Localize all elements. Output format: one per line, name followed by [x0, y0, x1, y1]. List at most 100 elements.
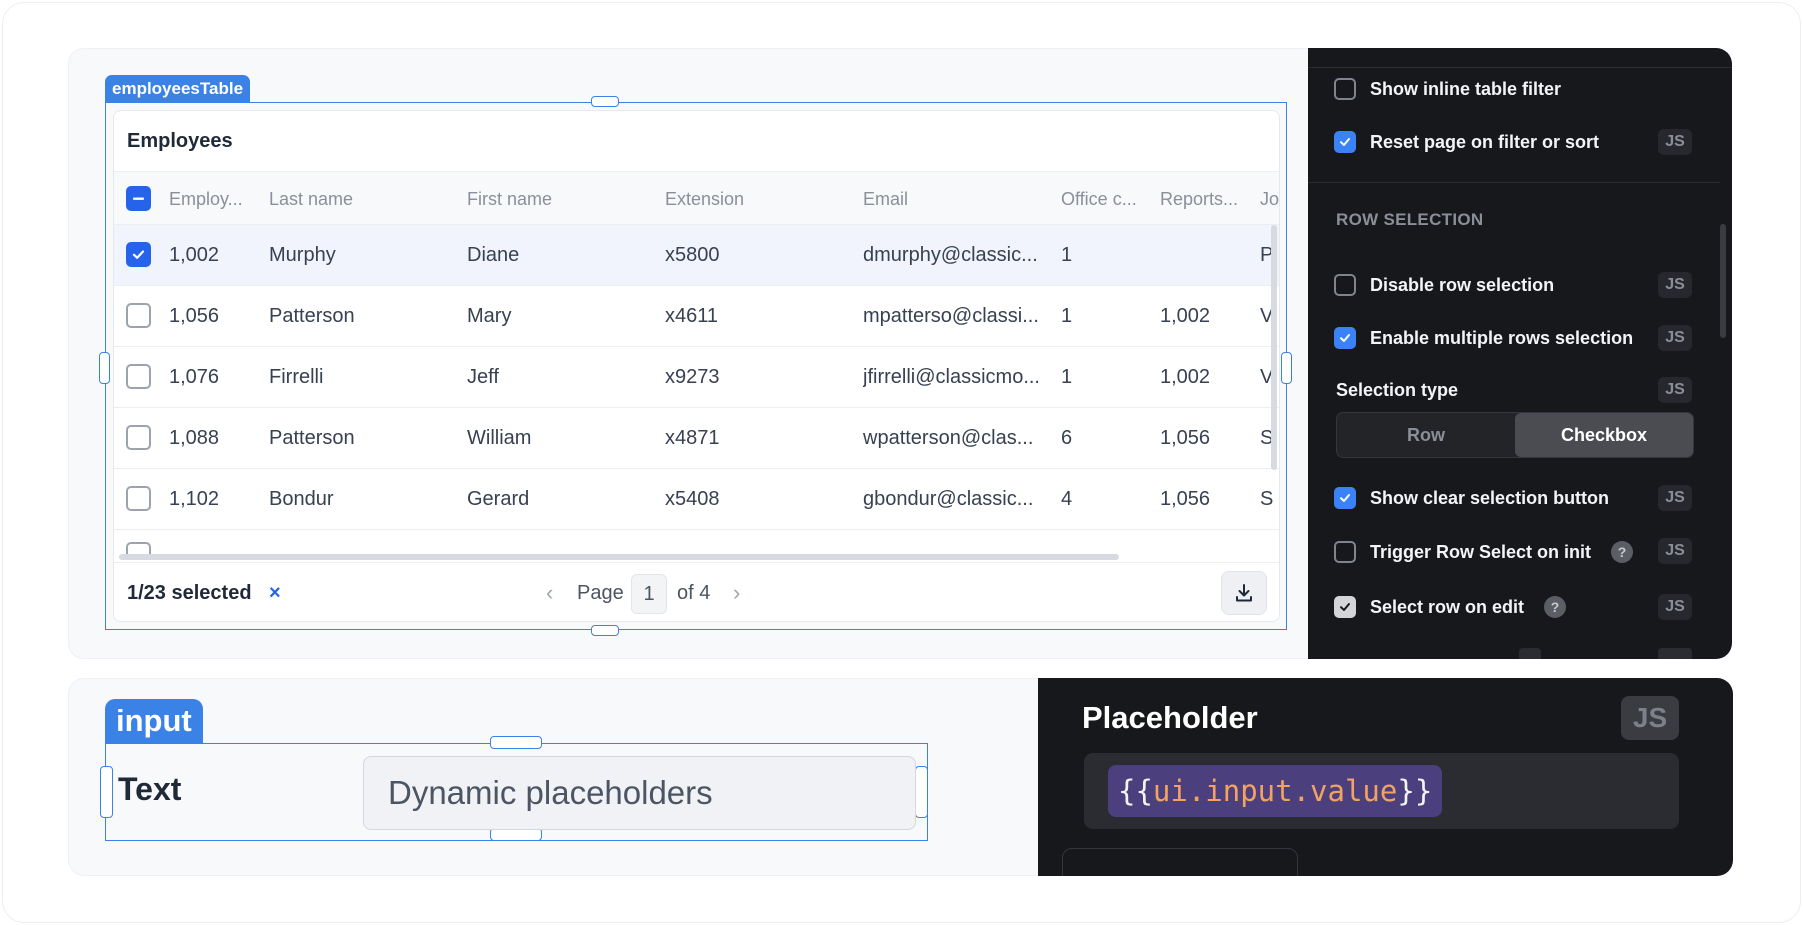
cell-email: gbondur@classic... — [863, 488, 1034, 510]
table-row[interactable]: 1,102 Bondur Gerard x5408 gbondur@classic...… — [114, 469, 1279, 530]
column-header-office-code[interactable]: Office c... — [1061, 172, 1151, 226]
cell-extension: x4611 — [665, 305, 719, 327]
clear-selection-icon[interactable]: × — [269, 563, 281, 621]
checkbox[interactable] — [1334, 274, 1356, 296]
inspector-panel: Show inline table filter Reset page on f… — [1308, 48, 1732, 659]
page-number-input[interactable]: 1 — [631, 574, 667, 614]
checkbox[interactable] — [1334, 596, 1356, 618]
table-row-partial — [114, 530, 1279, 555]
inspector-scrollbar[interactable] — [1720, 224, 1726, 338]
help-icon[interactable]: ? — [1544, 596, 1566, 618]
cell-employee-number: 1,056 — [169, 305, 220, 327]
check-icon — [1340, 334, 1350, 342]
js-toggle-button[interactable]: JS — [1658, 485, 1692, 511]
cell-extension: x5800 — [665, 244, 720, 266]
prev-page-icon[interactable]: ‹ — [546, 563, 553, 621]
js-toggle-button[interactable]: JS — [1658, 594, 1692, 620]
row-checkbox[interactable] — [126, 486, 151, 511]
resize-handle-top[interactable] — [490, 736, 542, 749]
truncated-field-fragment — [1062, 848, 1298, 876]
checkbox[interactable] — [1334, 131, 1356, 153]
table-header-row: Employ... Last name First name Extension… — [114, 171, 1279, 226]
table-row[interactable]: 1,076 Firrelli Jeff x9273 jfirrelli@classicm… — [114, 347, 1279, 408]
download-icon — [1236, 584, 1252, 602]
cell-job-title: P — [1260, 244, 1274, 266]
component-tag-employees-table[interactable]: employeesTable — [105, 75, 251, 102]
row-checkbox[interactable] — [126, 425, 151, 450]
column-header-job-title[interactable]: Jo — [1260, 172, 1279, 226]
cell-job-title: V — [1260, 366, 1274, 388]
cell-reports-to: 1,056 — [1160, 488, 1211, 510]
cell-office-code: 4 — [1061, 488, 1073, 510]
check-icon — [132, 250, 145, 259]
column-header-last-name[interactable]: Last name — [269, 172, 419, 226]
option-label: Trigger Row Select on init — [1370, 542, 1592, 562]
table-title: Employees — [127, 130, 233, 152]
js-toggle-button[interactable]: JS — [1658, 272, 1692, 298]
table-horizontal-scrollbar[interactable] — [119, 554, 1119, 560]
page-total: of 4 — [677, 582, 711, 604]
download-button[interactable] — [1221, 571, 1267, 615]
js-toggle-button[interactable]: JS — [1658, 129, 1692, 155]
cell-office-code: 1 — [1061, 366, 1073, 388]
checkbox[interactable] — [1334, 487, 1356, 509]
resize-handle-bottom[interactable] — [591, 625, 619, 636]
option-disable-row-selection[interactable]: Disable row selection — [1334, 271, 1704, 299]
cell-office-code: 1 — [1061, 244, 1073, 266]
column-header-reports-to[interactable]: Reports... — [1160, 172, 1250, 226]
option-label: Show inline table filter — [1370, 79, 1562, 99]
cell-last-name: Patterson — [269, 427, 355, 449]
js-toggle-button[interactable]: JS — [1621, 696, 1679, 740]
employees-table: Employees Employ... Last name First name… — [113, 110, 1280, 622]
column-header-employee[interactable]: Employ... — [169, 172, 251, 226]
cell-office-code: 1 — [1061, 305, 1073, 327]
table-row[interactable]: 1,002 Murphy Diane x5800 dmurphy@classic... 1… — [114, 225, 1279, 286]
segment-row[interactable]: Row — [1337, 413, 1515, 457]
cell-email: wpatterson@clas... — [863, 427, 1034, 449]
input-label: Text — [118, 771, 182, 807]
row-checkbox[interactable] — [126, 242, 151, 267]
row-checkbox[interactable] — [126, 364, 151, 389]
checkbox[interactable] — [1334, 78, 1356, 100]
resize-handle-top[interactable] — [591, 96, 619, 107]
cell-employee-number: 1,088 — [169, 427, 220, 449]
cell-first-name: Jeff — [467, 366, 499, 388]
checkbox[interactable] — [1334, 327, 1356, 349]
option-show-clear-selection[interactable]: Show clear selection button — [1334, 484, 1704, 512]
placeholder-code-editor[interactable]: {{ui.input.value}} — [1084, 753, 1679, 829]
next-page-icon[interactable]: › — [733, 563, 740, 621]
table-row[interactable]: 1,056 Patterson Mary x4611 mpatterso@classi.… — [114, 286, 1279, 347]
js-toggle-button[interactable]: JS — [1658, 377, 1692, 403]
js-toggle-button[interactable]: JS — [1658, 325, 1692, 351]
row-checkbox[interactable] — [126, 303, 151, 328]
resize-handle-right[interactable] — [1281, 352, 1292, 384]
option-trigger-row-select-on-init[interactable]: Trigger Row Select on init — [1334, 538, 1644, 566]
table-row[interactable]: 1,088 Patterson William x4871 wpatterson@cla… — [114, 408, 1279, 469]
inspector-divider — [1308, 67, 1732, 68]
resize-handle-left[interactable] — [100, 766, 113, 818]
select-all-checkbox[interactable] — [126, 186, 151, 211]
cell-employee-number: 1,002 — [169, 244, 220, 266]
component-tag-input[interactable]: input — [105, 699, 203, 743]
segment-checkbox[interactable]: Checkbox — [1515, 413, 1693, 457]
resize-handle-right[interactable] — [915, 766, 928, 818]
option-reset-page-on-filter[interactable]: Reset page on filter or sort — [1334, 128, 1704, 156]
resize-handle-left[interactable] — [99, 352, 110, 384]
template-brace-open: {{ — [1118, 774, 1153, 808]
js-toggle-button[interactable]: JS — [1658, 538, 1692, 564]
option-show-inline-table-filter[interactable]: Show inline table filter — [1334, 75, 1704, 103]
page-label: Page — [577, 582, 624, 604]
column-header-extension[interactable]: Extension — [665, 172, 815, 226]
help-icon[interactable]: ? — [1611, 541, 1633, 563]
template-expression: {{ui.input.value}} — [1108, 765, 1443, 817]
checkbox[interactable] — [1334, 541, 1356, 563]
text-input[interactable]: Dynamic placeholders — [363, 756, 916, 830]
placeholder-title: Placeholder — [1082, 700, 1258, 735]
table-vertical-scrollbar[interactable] — [1271, 225, 1277, 470]
option-label: Disable row selection — [1370, 275, 1555, 295]
option-enable-multiple-rows[interactable]: Enable multiple rows selection — [1334, 324, 1704, 352]
truncated-option-fragment — [1519, 648, 1541, 659]
column-header-email[interactable]: Email — [863, 172, 1013, 226]
selection-type-segmented-control: Row Checkbox — [1336, 412, 1694, 458]
column-header-first-name[interactable]: First name — [467, 172, 617, 226]
